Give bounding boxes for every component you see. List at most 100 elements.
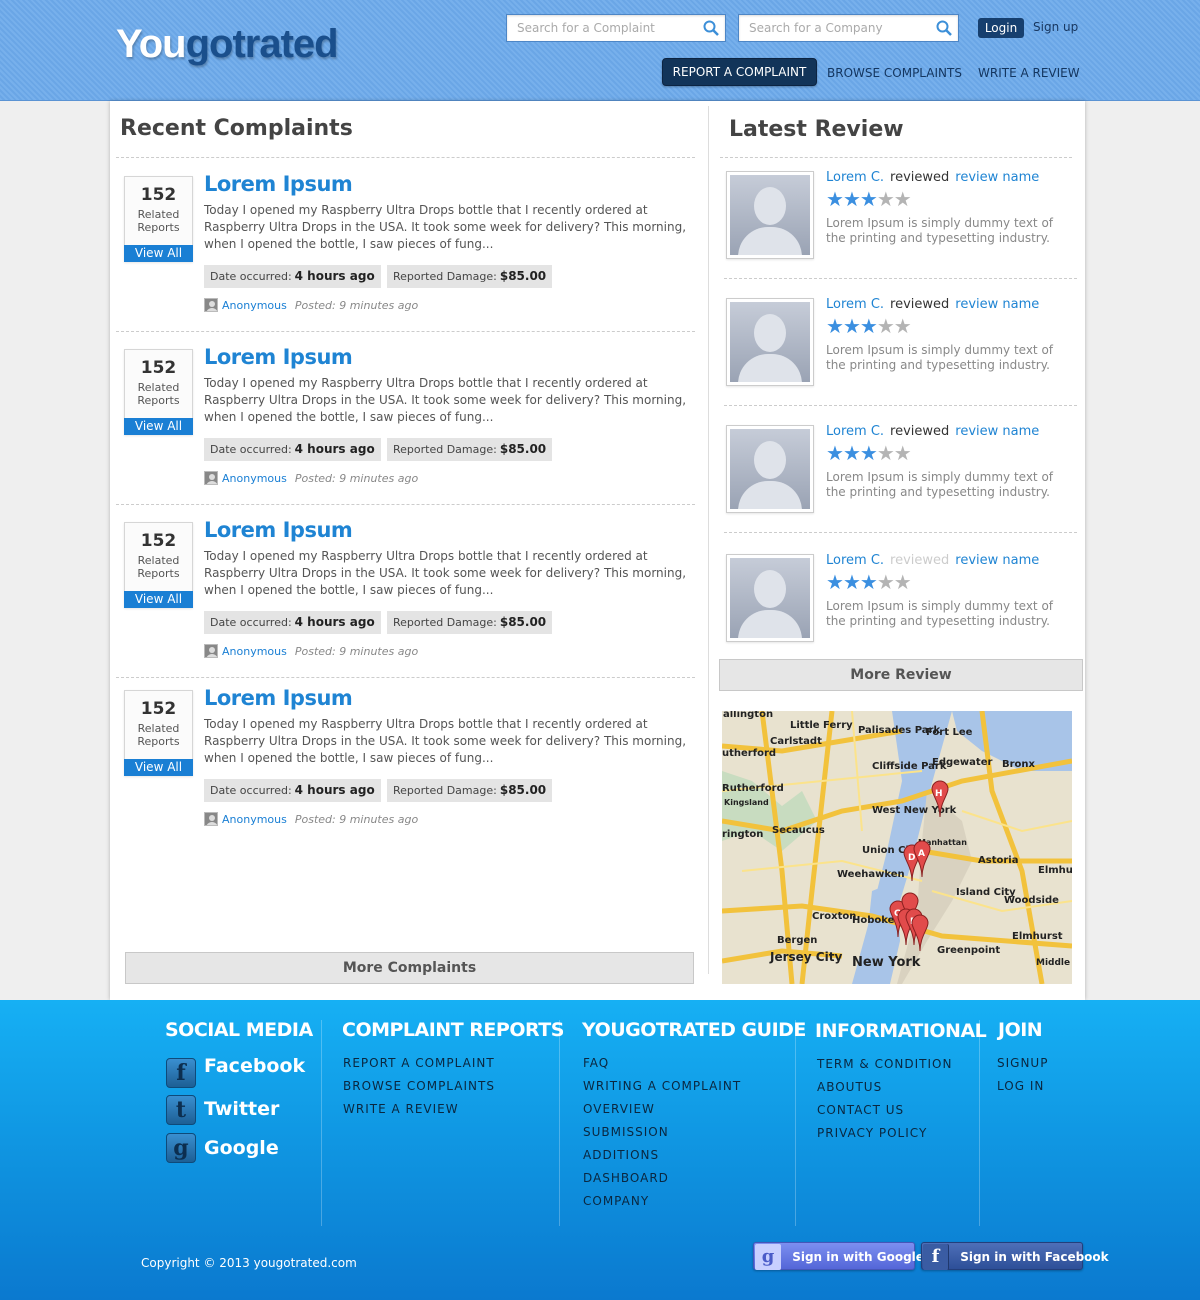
- logo-part-you: You: [116, 22, 187, 66]
- related-label: Related: [137, 381, 180, 394]
- google-icon[interactable]: g: [166, 1133, 196, 1163]
- footer-google-link[interactable]: Google: [204, 1137, 279, 1159]
- star-filled-icon: ★: [842, 441, 861, 465]
- footer-link-guide[interactable]: OVERVIEW: [583, 1102, 655, 1116]
- view-all-button[interactable]: View All: [124, 245, 193, 262]
- review-header: Lorem C. reviewed review name: [826, 297, 1039, 312]
- view-all-button[interactable]: View All: [124, 759, 193, 776]
- poster-name-link[interactable]: Anonymous: [222, 813, 287, 826]
- footer-link-info[interactable]: CONTACT US: [817, 1103, 904, 1117]
- reviewed-label: reviewed: [890, 297, 950, 312]
- reported-damage-label: Reported Damage:: [393, 443, 497, 456]
- divider: [116, 504, 695, 505]
- review-name-link[interactable]: review name: [955, 297, 1039, 312]
- nav-write-review[interactable]: WRITE A REVIEW: [978, 66, 1080, 80]
- reports-label: Reports: [137, 394, 180, 407]
- facebook-icon[interactable]: f: [166, 1058, 196, 1088]
- footer-link-guide[interactable]: COMPANY: [583, 1194, 649, 1208]
- complaint-title-link[interactable]: Lorem Ipsum: [204, 172, 353, 196]
- star-filled-icon: ★: [859, 314, 878, 338]
- star-empty-icon: ★: [876, 187, 895, 211]
- avatar-silhouette-icon: [730, 175, 810, 255]
- related-reports-box: 152 Related Reports View All: [124, 176, 193, 262]
- footer-link-reports[interactable]: REPORT A COMPLAINT: [343, 1056, 495, 1070]
- reviewer-avatar[interactable]: [726, 425, 814, 513]
- footer-link-guide[interactable]: SUBMISSION: [583, 1125, 669, 1139]
- reviewer-name-link[interactable]: Lorem C.: [826, 170, 884, 185]
- search-icon[interactable]: [936, 20, 952, 36]
- date-occurred-value: 4 hours ago: [294, 442, 375, 456]
- search-icon[interactable]: [703, 20, 719, 36]
- more-review-button[interactable]: More Review: [719, 659, 1083, 691]
- nav-browse-complaints[interactable]: BROWSE COMPLAINTS: [827, 66, 962, 80]
- reported-damage-value: $85.00: [499, 269, 547, 283]
- footer-twitter-link[interactable]: Twitter: [204, 1098, 279, 1120]
- footer-link-info[interactable]: ABOUTUS: [817, 1080, 882, 1094]
- latest-review-title: Latest Review: [729, 117, 904, 142]
- related-label: Related: [137, 722, 180, 735]
- reviewer-avatar[interactable]: [726, 298, 814, 386]
- star-filled-icon: ★: [842, 314, 861, 338]
- review-name-link[interactable]: review name: [955, 170, 1039, 185]
- footer-link-info[interactable]: TERM & CONDITION: [817, 1057, 952, 1071]
- map-label: Woodside: [1004, 895, 1059, 906]
- site-logo[interactable]: Yougotrated: [116, 22, 339, 67]
- reviewed-label: reviewed: [890, 170, 950, 185]
- footer-link-join[interactable]: LOG IN: [997, 1079, 1044, 1093]
- twitter-icon[interactable]: t: [166, 1095, 196, 1125]
- signup-link[interactable]: Sign up: [1033, 20, 1078, 34]
- company-search-box: [738, 14, 959, 42]
- reviewer-name-link[interactable]: Lorem C.: [826, 424, 884, 439]
- reported-damage-tag: Reported Damage: $85.00: [387, 779, 553, 802]
- reviewer-name-link[interactable]: Lorem C.: [826, 297, 884, 312]
- footer-link-guide[interactable]: DASHBOARD: [583, 1171, 669, 1185]
- column-divider: [708, 106, 709, 974]
- company-search-input[interactable]: [739, 15, 929, 41]
- footer-link-join[interactable]: SIGNUP: [997, 1056, 1048, 1070]
- map-label: Weehawken: [837, 869, 905, 880]
- facebook-icon: f: [923, 1244, 949, 1270]
- review-name-link[interactable]: review name: [955, 553, 1039, 568]
- complaint-excerpt: Today I opened my Raspberry Ultra Drops …: [204, 376, 687, 424]
- sign-in-google-button[interactable]: g Sign in with Google: [753, 1242, 924, 1270]
- reports-label: Reports: [137, 735, 180, 748]
- reviewer-avatar[interactable]: [726, 171, 814, 259]
- sign-in-facebook-button[interactable]: f Sign in with Facebook: [921, 1242, 1109, 1270]
- more-complaints-button[interactable]: More Complaints: [125, 952, 694, 984]
- map-label: New York: [852, 955, 921, 970]
- review-name-link[interactable]: review name: [955, 424, 1039, 439]
- complaint-title-link[interactable]: Lorem Ipsum: [204, 518, 353, 542]
- footer-link-guide[interactable]: ADDITIONS: [583, 1148, 659, 1162]
- location-map[interactable]: allington Little Ferry Palisades Park Fo…: [722, 711, 1072, 984]
- login-button[interactable]: Login: [978, 18, 1024, 38]
- footer-link-guide[interactable]: FAQ: [583, 1056, 609, 1070]
- divider: [116, 157, 695, 158]
- view-all-button[interactable]: View All: [124, 418, 193, 435]
- star-filled-icon: ★: [826, 187, 844, 211]
- complaint-search-input[interactable]: [507, 15, 697, 41]
- footer-link-reports[interactable]: BROWSE COMPLAINTS: [343, 1079, 495, 1093]
- view-all-button[interactable]: View All: [124, 591, 193, 608]
- footer-facebook-link[interactable]: Facebook: [204, 1055, 305, 1077]
- divider: [720, 157, 1072, 158]
- poster-name-link[interactable]: Anonymous: [222, 299, 287, 312]
- complaint-search-box: [506, 14, 726, 42]
- footer-link-guide[interactable]: WRITING A COMPLAINT: [583, 1079, 741, 1093]
- review-header: Lorem C. reviewed review name: [826, 424, 1039, 439]
- poster-name-link[interactable]: Anonymous: [222, 472, 287, 485]
- nav-report-complaint[interactable]: REPORT A COMPLAINT: [662, 58, 817, 86]
- poster-line: Anonymous Posted: 9 minutes ago: [204, 298, 418, 312]
- footer-link-info[interactable]: PRIVACY POLICY: [817, 1126, 927, 1140]
- poster-name-link[interactable]: Anonymous: [222, 645, 287, 658]
- complaint-title-link[interactable]: Lorem Ipsum: [204, 686, 353, 710]
- star-empty-icon: ★: [876, 570, 895, 594]
- footer-link-reports[interactable]: WRITE A REVIEW: [343, 1102, 459, 1116]
- posted-time: Posted: 9 minutes ago: [294, 472, 419, 485]
- reviewer-avatar[interactable]: [726, 554, 814, 642]
- date-occurred-value: 4 hours ago: [294, 269, 375, 283]
- complaint-title-link[interactable]: Lorem Ipsum: [204, 345, 353, 369]
- reviewer-name-link[interactable]: Lorem C.: [826, 553, 884, 568]
- map-label: Middle Village: [1036, 958, 1072, 968]
- copyright: Copyright © 2013 yougotrated.com: [141, 1256, 357, 1270]
- poster-line: Anonymous Posted: 9 minutes ago: [204, 471, 418, 485]
